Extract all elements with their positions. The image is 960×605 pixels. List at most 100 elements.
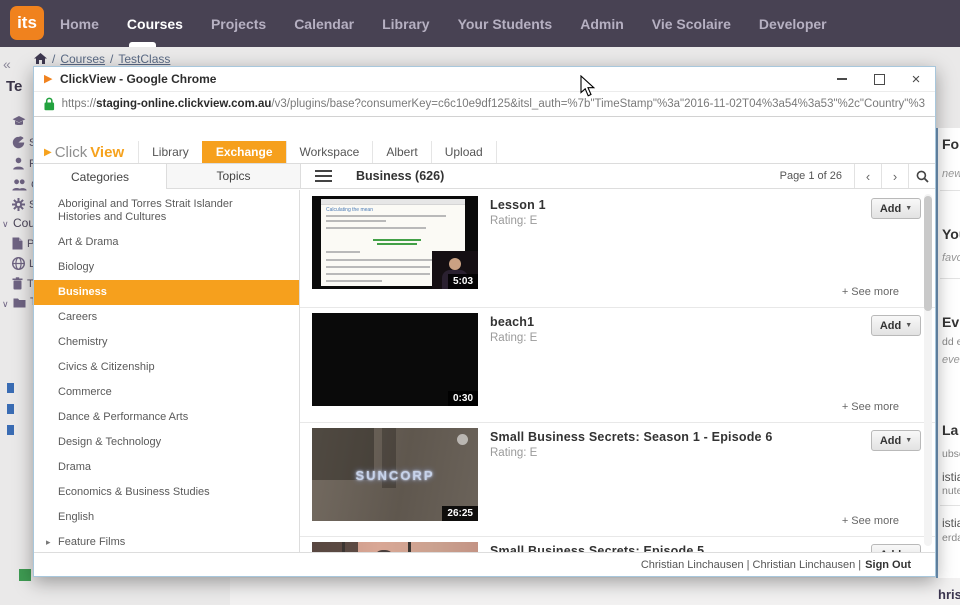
clickview-logo-view: View [90,144,124,161]
category-item[interactable]: Biology [34,255,299,280]
chevron-down-icon[interactable]: ∨ [2,299,9,310]
nav-item-home[interactable]: Home [46,16,113,32]
sidebar-item-trash[interactable]: T [12,277,34,290]
tab-workspace[interactable]: Workspace [286,141,373,163]
video-title[interactable]: Small Business Secrets: Episode 5 [490,544,704,552]
breadcrumb-courses[interactable]: Courses [60,52,105,66]
caret-down-icon: ▼ [905,322,912,329]
chevron-down-icon[interactable]: ∨ [2,219,9,230]
category-item[interactable]: Commerce [34,380,299,405]
window-titlebar[interactable]: ▶ ClickView - Google Chrome × [34,67,935,91]
sidebar-item-plans[interactable]: P [12,237,34,250]
categories-panel: Aboriginal and Torres Strait Islander Hi… [34,190,300,552]
video-row: 0:30 beach1 Rating: E Add ▼ + See more [300,307,935,423]
video-thumbnail[interactable] [312,542,478,552]
add-button[interactable]: Add ▼ [871,544,921,552]
video-title[interactable]: Small Business Secrets: Season 1 - Episo… [490,430,773,444]
globe-icon [12,257,25,270]
nav-item-vie-scolaire[interactable]: Vie Scolaire [638,16,745,32]
tab-library[interactable]: Library [138,141,202,163]
sidebar-collapse-icon[interactable]: « [3,56,11,72]
nav-item-admin[interactable]: Admin [566,16,638,32]
menu-icon[interactable] [315,170,332,182]
video-title[interactable]: Lesson 1 [490,198,546,212]
category-item[interactable]: Aboriginal and Torres Strait Islander Hi… [34,192,299,230]
nav-item-courses[interactable]: Courses [113,16,197,32]
pie-chart-icon [12,136,25,149]
url-protocol: https:// [62,98,97,110]
graduation-cap-icon [12,115,26,128]
nav-item-developer[interactable]: Developer [745,16,841,32]
nav-item-your-students[interactable]: Your Students [444,16,567,32]
category-item[interactable]: Civics & Citizenship [34,355,299,380]
next-page-button[interactable]: › [881,164,908,188]
thumb-text: SUNCORP [312,468,478,483]
category-item[interactable]: Economics & Business Studies [34,480,299,505]
widget-heading-fragment: Fo [942,136,959,152]
category-item-feature-films[interactable]: ▸Feature Films [34,530,299,552]
see-more-link[interactable]: + See more [842,401,899,413]
sidebar-link-fragment [7,404,14,414]
video-title[interactable]: beach1 [490,315,534,329]
sidebar-group-course[interactable]: Cou [13,216,35,230]
clickview-logo-click: Click [55,144,88,161]
see-more-link[interactable]: + See more [842,515,899,527]
category-item-business[interactable]: Business [34,280,299,305]
add-button[interactable]: Add ▼ [871,430,921,451]
nav-item-library[interactable]: Library [368,16,443,32]
add-button[interactable]: Add ▼ [871,315,921,336]
category-item[interactable]: Chemistry [34,330,299,355]
category-item[interactable]: Careers [34,305,299,330]
tab-albert[interactable]: Albert [372,141,430,163]
close-button[interactable]: × [907,70,925,88]
list-subheader: Categories Topics Business (626) Page 1 … [34,164,935,189]
home-icon[interactable] [34,53,47,65]
video-rating: Rating: E [490,332,537,344]
scrollbar-track[interactable] [924,194,932,546]
clickview-toolbar: ▶ Click View Library Exchange Workspace … [34,141,935,164]
maximize-icon [874,74,885,85]
add-button[interactable]: Add ▼ [871,198,921,219]
nav-item-calendar[interactable]: Calendar [280,16,368,32]
page-text-fragment: hristia [938,587,960,602]
video-row: SUNCORP 26:25 Small Business Secrets: Se… [300,422,935,537]
sidebar-item-overview[interactable] [12,115,30,128]
category-item[interactable]: Drama [34,455,299,480]
maximize-button[interactable] [870,70,888,88]
duration-badge: 0:30 [448,391,478,406]
category-item[interactable]: Art & Drama [34,230,299,255]
url-path: /v3/plugins/base?consumerKey=c6c10e9df12… [271,98,925,110]
tab-topics[interactable]: Topics [167,164,301,189]
video-row: Small Business Secrets: Episode 5 Rating… [300,536,935,552]
video-thumbnail[interactable]: Calculating the mean [312,196,478,289]
divider [940,190,960,191]
video-thumbnail[interactable]: 0:30 [312,313,478,406]
search-button[interactable] [908,164,935,188]
category-item[interactable]: English [34,505,299,530]
see-more-link[interactable]: + See more [842,286,899,298]
sign-out-link[interactable]: Sign Out [865,559,911,571]
minimize-button[interactable] [833,70,851,88]
breadcrumb-separator: / [110,52,113,66]
people-icon [12,178,27,191]
itslearning-logo[interactable]: its [10,6,44,40]
folder-icon [13,297,26,308]
duration-badge: 5:03 [448,274,478,289]
tab-categories[interactable]: Categories [34,164,167,189]
tab-exchange[interactable]: Exchange [202,141,286,163]
video-thumbnail[interactable]: SUNCORP 26:25 [312,428,478,521]
sidebar-link-fragment [7,383,14,393]
pagination: Page 1 of 26 ‹ › [780,164,935,188]
tab-upload[interactable]: Upload [431,141,497,163]
nav-item-projects[interactable]: Projects [197,16,280,32]
clickview-logo[interactable]: ▶ Click View [34,141,138,163]
list-header: Business (626) Page 1 of 26 ‹ › [301,164,935,189]
address-bar[interactable]: https://staging-online.clickview.com.au/… [34,91,935,117]
prev-page-button[interactable]: ‹ [854,164,881,188]
sidebar-item-links[interactable]: L [12,257,35,270]
breadcrumb-testclass[interactable]: TestClass [118,52,170,66]
divider [940,278,960,279]
scrollbar-thumb[interactable] [924,196,932,311]
category-item[interactable]: Design & Technology [34,430,299,455]
category-item[interactable]: Dance & Performance Arts [34,405,299,430]
